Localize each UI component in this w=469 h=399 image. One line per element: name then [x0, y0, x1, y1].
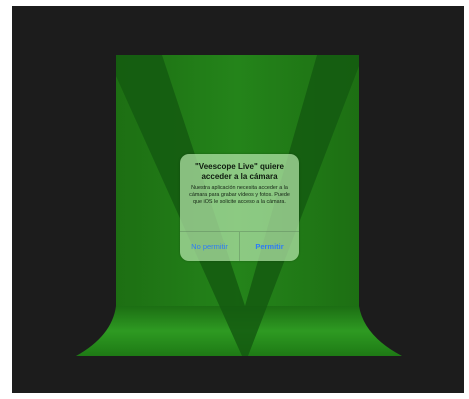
allow-button[interactable]: Permitir: [239, 232, 299, 261]
camera-permission-alert: "Veescope Live" quiere acceder a la cáma…: [180, 154, 299, 261]
camera-preview-screen: "Veescope Live" quiere acceder a la cáma…: [12, 6, 464, 393]
deny-button[interactable]: No permitir: [180, 232, 239, 261]
alert-button-row: No permitir Permitir: [180, 231, 299, 261]
alert-title: "Veescope Live" quiere acceder a la cáma…: [195, 162, 284, 181]
alert-body: "Veescope Live" quiere acceder a la cáma…: [180, 154, 299, 232]
alert-message: Nuestra aplicación necesita acceder a la…: [189, 185, 290, 205]
